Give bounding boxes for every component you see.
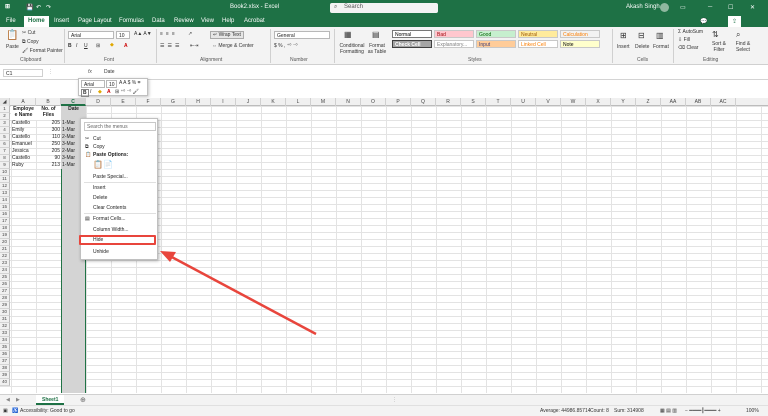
sheet-tabs-bar: ◀ ▶ Sheet1 ⊕ ⋮ — [0, 394, 768, 405]
annotation-arrow — [160, 251, 317, 336]
zoom-level[interactable]: 100% — [746, 408, 759, 414]
arrow-shaft — [167, 253, 317, 336]
sheet-tab-sheet1[interactable]: Sheet1 — [36, 395, 65, 405]
accessibility-icon: ♿ — [12, 408, 19, 414]
add-sheet-icon[interactable]: ⊕ — [80, 396, 86, 404]
status-average: Average: 44986.85714 — [540, 408, 591, 414]
status-count: Count: 8 — [590, 408, 609, 414]
status-bar: ▣ ♿ Accessibility: Good to go Average: 4… — [0, 405, 768, 416]
sheet-nav-next-icon[interactable]: ▶ — [16, 397, 20, 403]
arrow-head — [160, 251, 176, 262]
horizontal-scrollbar-icon[interactable]: ⋮ — [392, 397, 397, 403]
normal-view-icon[interactable]: ▦ ▤ ▥ — [660, 408, 677, 414]
accessibility-status[interactable]: Accessibility: Good to go — [20, 408, 75, 414]
sheet-nav-prev-icon[interactable]: ◀ — [6, 397, 10, 403]
ready-status-icon: ▣ — [3, 408, 8, 414]
zoom-slider[interactable]: − ━━━━┃━━━━ + — [685, 408, 721, 414]
status-sum: Sum: 314908 — [614, 408, 644, 414]
